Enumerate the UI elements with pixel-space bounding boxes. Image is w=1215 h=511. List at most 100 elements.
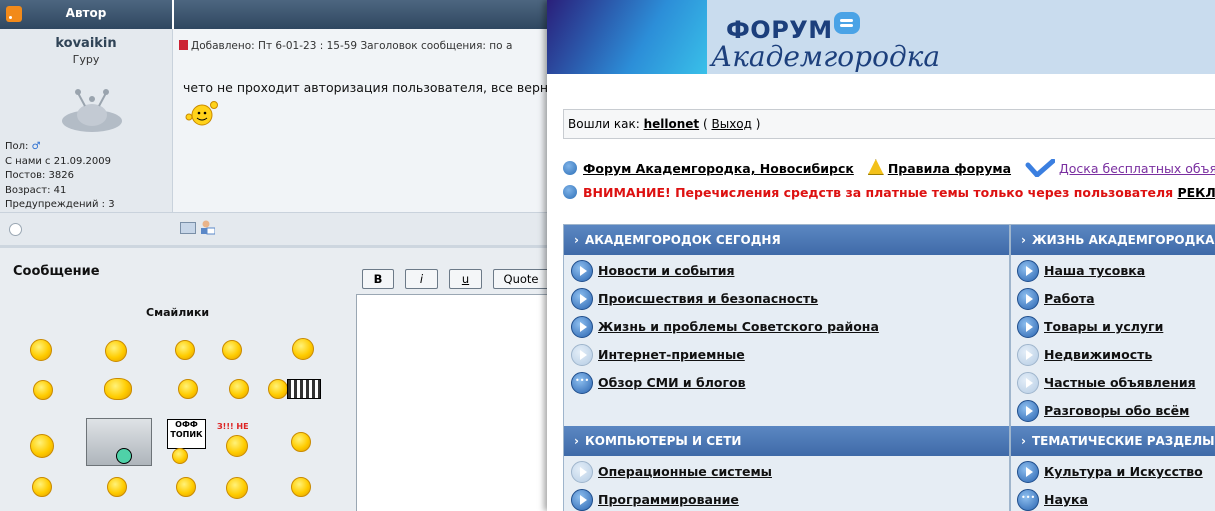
notice-text: ВНИМАНИЕ! Перечисления средств за платны… xyxy=(583,185,1178,200)
forum-icon-realty xyxy=(1017,344,1039,366)
smiley-wave-icon[interactable] xyxy=(30,339,52,361)
smiley-point-icon[interactable] xyxy=(105,340,127,362)
category-computers[interactable]: КОМПЬЮТЕРЫ И СЕТИ xyxy=(564,426,1009,456)
forum-link-talk[interactable]: Разговоры обо всём xyxy=(1044,403,1189,418)
post-content: Добавлено: Пт 6-01-23 : 15-59 Заголовок … xyxy=(173,29,548,212)
gender-label: Пол: xyxy=(5,141,29,152)
forum-link-os[interactable]: Операционные системы xyxy=(598,464,772,479)
smiley-clap-icon[interactable] xyxy=(292,338,314,360)
background-forum-window: Автор kovaikin Гуру Пол: ♂ С нами с 21.0… xyxy=(0,0,548,511)
notice-user-link[interactable]: РЕКЛАМА xyxy=(1177,185,1215,200)
male-icon: ♂ xyxy=(31,141,41,152)
warning-icon xyxy=(867,159,884,175)
forum-icon-jobs xyxy=(1017,288,1039,310)
smiley-wall-icon[interactable] xyxy=(229,379,249,399)
category-thematic[interactable]: ТЕМАТИЧЕСКИЕ РАЗДЕЛЫ xyxy=(1011,426,1215,456)
back-to-top-icon[interactable] xyxy=(9,223,22,236)
underline-button[interactable]: u xyxy=(449,269,482,289)
smiley-grin-icon[interactable] xyxy=(107,477,127,497)
smiley-thumb-icon[interactable] xyxy=(175,340,195,360)
smiley-troll-icon[interactable] xyxy=(104,378,132,400)
forum-link-incidents[interactable]: Происшествия и безопасность xyxy=(598,291,818,306)
forum-icon-culture xyxy=(1017,461,1039,483)
forum-link-media[interactable]: Обзор СМИ и блогов xyxy=(598,375,746,390)
forum-icon-science xyxy=(1017,489,1039,511)
forum-icon-programming xyxy=(571,489,593,511)
banner-graphic xyxy=(547,0,707,74)
joined-date: С нами с 21.09.2009 xyxy=(5,155,111,167)
user-rank: Гуру xyxy=(72,53,100,66)
user-age: Возраст: 41 xyxy=(5,184,67,196)
forum-link-sovetsky[interactable]: Жизнь и проблемы Советского района xyxy=(598,319,879,334)
post-column-header xyxy=(174,0,548,29)
forum-icon-party xyxy=(1017,260,1039,282)
post-actions-row xyxy=(0,212,548,245)
home-bullet-icon xyxy=(563,161,577,175)
accordion-icon xyxy=(287,379,321,399)
forum-link-science[interactable]: Наука xyxy=(1044,492,1088,507)
smiley-plain-icon[interactable] xyxy=(32,477,52,497)
user-profile-panel: kovaikin Гуру Пол: ♂ С нами с 21.09.2009… xyxy=(0,29,173,212)
smiley-shock-icon[interactable] xyxy=(291,477,311,497)
author-column-header: Автор xyxy=(0,0,172,29)
chat-bubble-icon xyxy=(834,12,860,34)
forum-link-programming[interactable]: Программирование xyxy=(598,492,739,507)
banner-title-akademgorodok: Академгородка xyxy=(711,40,941,73)
bold-button[interactable]: B xyxy=(362,269,394,289)
author-header-label: Автор xyxy=(65,6,107,20)
quote-button[interactable]: Quote xyxy=(493,269,548,289)
paren-open: ( xyxy=(702,117,708,131)
post-body: чето не проходит авторизация пользовател… xyxy=(183,80,548,95)
offtopic-sign-icon[interactable]: ОФФ ТОПИК xyxy=(167,419,206,449)
top-links: Форум Академгородка, Новосибирск Правила… xyxy=(563,159,1215,177)
free-board-link[interactable]: Доска бесплатных объяв xyxy=(1059,161,1215,176)
forum-rules-link[interactable]: Правила форума xyxy=(888,161,1011,176)
forum-link-goods[interactable]: Товары и услуги xyxy=(1044,319,1163,334)
forum-link-realty[interactable]: Недвижимость xyxy=(1044,347,1152,362)
forum-link-reception[interactable]: Интернет-приемные xyxy=(598,347,745,362)
category-akademgorodok-today[interactable]: АКАДЕМГОРОДОК СЕГОДНЯ xyxy=(564,225,1009,255)
smiley-accordion-icon[interactable] xyxy=(268,379,288,399)
forum-icon-incidents xyxy=(571,288,593,310)
akademgorodok-forum-window: ФОРУМ Академгородка Вошли как: hellonet … xyxy=(547,0,1215,511)
forum-link-party[interactable]: Наша тусовка xyxy=(1044,263,1145,278)
forum-icon-private-ads xyxy=(1017,372,1039,394)
post-meta-text: Добавлено: Пт 6-01-23 : 15-59 Заголовок … xyxy=(191,40,513,52)
forum-link-private-ads[interactable]: Частные объявления xyxy=(1044,375,1196,390)
forum-link-jobs[interactable]: Работа xyxy=(1044,291,1095,306)
smiley-tongue-icon[interactable] xyxy=(291,432,311,452)
forum-icon-sovetsky xyxy=(571,316,593,338)
smiley-bang-icon[interactable] xyxy=(178,379,198,399)
username[interactable]: kovaikin xyxy=(0,36,172,51)
smiley-big-grin-icon[interactable] xyxy=(226,477,248,499)
column-separator xyxy=(1009,225,1011,511)
smiley-sad-icon[interactable] xyxy=(30,434,54,458)
message-label: Сообщение xyxy=(13,264,100,279)
forum-home-link[interactable]: Форум Академгородка, Новосибирск xyxy=(583,161,854,176)
ne-sign-icon[interactable]: З!!! НЕ xyxy=(217,422,253,434)
smiley-hi-icon[interactable] xyxy=(222,340,242,360)
user-stats: Пол: ♂ С нами с 21.09.2009 Постов: 3826 … xyxy=(5,140,115,213)
forum-link-news[interactable]: Новости и события xyxy=(598,263,734,278)
message-textarea[interactable] xyxy=(356,294,548,511)
offtopic-smiley-icon xyxy=(172,448,188,464)
desk-ball-icon xyxy=(116,448,132,464)
italic-button[interactable]: i xyxy=(405,269,438,289)
category-akademgorodok-life[interactable]: ЖИЗНЬ АКАДЕМГОРОДКА xyxy=(1011,225,1215,255)
smiley-headphones-icon xyxy=(226,435,248,457)
profile-card-icon[interactable] xyxy=(180,222,196,234)
private-message-icon[interactable] xyxy=(199,219,215,235)
post-meta: Добавлено: Пт 6-01-23 : 15-59 Заголовок … xyxy=(179,40,512,52)
post-count: Постов: 3826 xyxy=(5,170,74,181)
logout-link[interactable]: Выход xyxy=(711,117,751,131)
smiley-smile-icon[interactable] xyxy=(33,380,53,400)
forum-icon-talk xyxy=(1017,400,1039,422)
forum-link-culture[interactable]: Культура и Искусство xyxy=(1044,464,1203,479)
forum-banner[interactable]: ФОРУМ Академгородка xyxy=(547,0,1215,74)
forum-icon-goods xyxy=(1017,316,1039,338)
alien-avatar-icon xyxy=(62,89,122,132)
username-link[interactable]: hellonet xyxy=(644,117,700,131)
forum-index: АКАДЕМГОРОДОК СЕГОДНЯ Новости и события … xyxy=(563,224,1215,511)
smilies-label: Смайлики xyxy=(146,306,210,319)
smiley-cool-icon[interactable] xyxy=(176,477,196,497)
